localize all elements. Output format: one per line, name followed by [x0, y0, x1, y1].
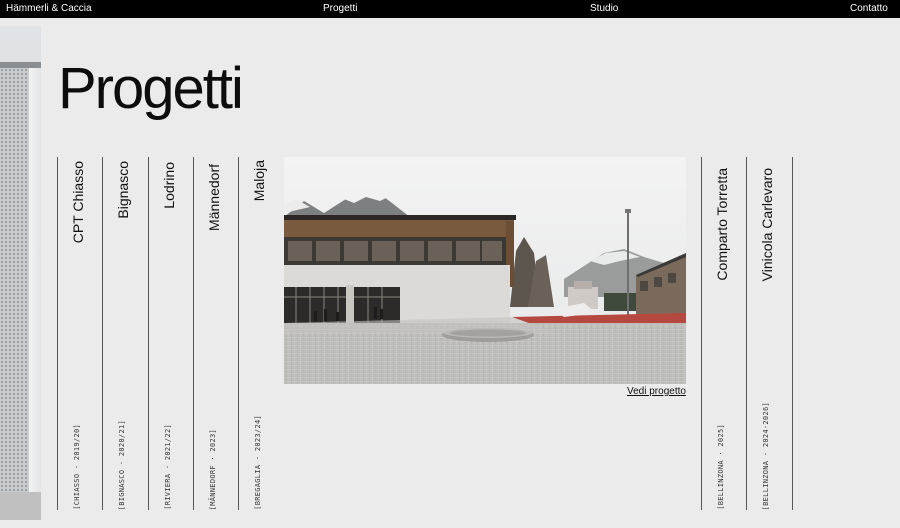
project-lodrino[interactable]: Lodrino [RIVIERA · 2021/22]: [148, 157, 194, 510]
project-name: Bignasco: [115, 161, 131, 219]
page-title: Progetti: [58, 56, 244, 121]
project-name: CPT Chiasso: [70, 160, 86, 243]
project-bignasco[interactable]: Bignasco [BIGNASCO · 2020/21]: [102, 157, 148, 510]
view-project-link[interactable]: Vedi progetto: [627, 386, 686, 397]
project-meta: [RIVIERA · 2021/22]: [164, 424, 172, 510]
featured-project-image[interactable]: [284, 157, 686, 384]
nav-studio[interactable]: Studio: [590, 3, 618, 14]
top-nav: Hämmerli & Caccia Progetti Studio Contat…: [0, 0, 900, 18]
project-mannedorf[interactable]: Männedorf [MÄNNEDORF · 2023]: [193, 157, 239, 510]
brand-link[interactable]: Hämmerli & Caccia: [6, 3, 92, 14]
project-meta: [CHIASSO · 2019/20]: [73, 424, 81, 510]
project-meta: [BIGNASCO · 2020/21]: [118, 419, 126, 510]
project-name: Maloja: [251, 159, 267, 201]
project-meta: [MÄNNEDORF · 2023]: [209, 428, 217, 510]
project-name: Vinicola Carlevaro: [759, 167, 775, 281]
project-meta: [BELLINZONA · 2025]: [717, 424, 725, 510]
project-name: Lodrino: [161, 162, 177, 209]
project-meta: [BELLINZONA · 2024-2026]: [762, 401, 770, 510]
project-vinicola-carlevaro[interactable]: Vinicola Carlevaro [BELLINZONA · 2024-20…: [746, 157, 793, 510]
project-comparto-torretta[interactable]: Comparto Torretta [BELLINZONA · 2025]: [701, 157, 747, 510]
project-meta: [BREGAGLIA · 2023/24]: [254, 415, 262, 510]
facade-ground: [0, 492, 41, 520]
perforated-facade: [0, 68, 29, 520]
project-name: Comparto Torretta: [714, 168, 730, 281]
previous-project-image[interactable]: [0, 26, 41, 520]
nav-contatto[interactable]: Contatto: [850, 3, 888, 14]
project-cpt-chiasso[interactable]: CPT Chiasso [CHIASSO · 2019/20]: [57, 157, 103, 510]
project-maloja[interactable]: Maloja [BREGAGLIA · 2023/24]: [238, 157, 285, 510]
project-name: Männedorf: [206, 164, 222, 231]
nav-progetti[interactable]: Progetti: [323, 3, 357, 14]
facade-pillar: [29, 68, 41, 520]
